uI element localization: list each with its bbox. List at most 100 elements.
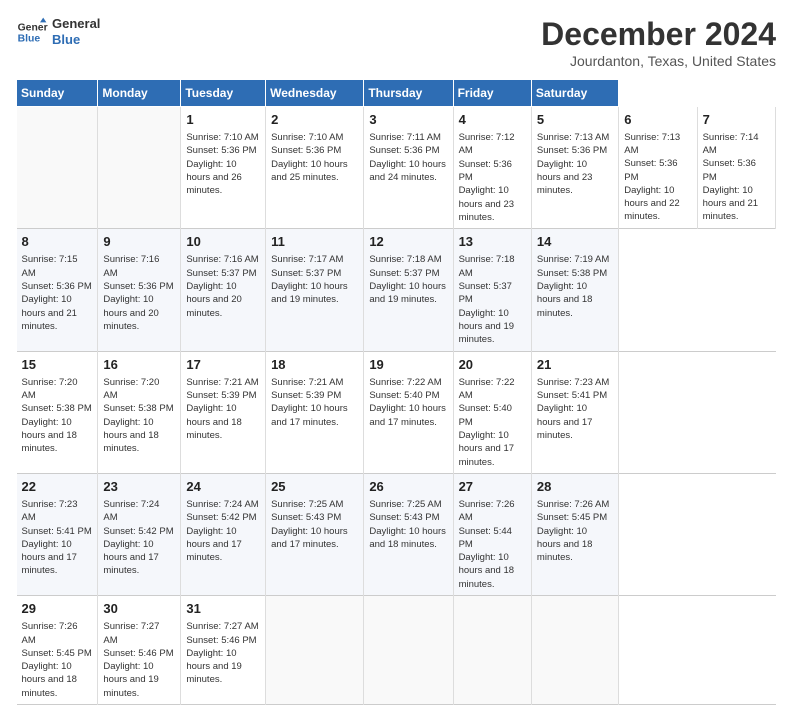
sunset-text: Sunset: 5:39 PM: [186, 390, 256, 401]
logo: General Blue General Blue: [16, 16, 100, 48]
daylight-text: Daylight: 10 hours and 19 minutes.: [103, 661, 158, 699]
daylight-text: Daylight: 10 hours and 20 minutes.: [103, 294, 158, 332]
day-number: 24: [186, 478, 260, 496]
day-number: 12: [369, 233, 447, 251]
table-row: 6Sunrise: 7:13 AMSunset: 5:36 PMDaylight…: [619, 107, 697, 229]
calendar-header-row: Sunday Monday Tuesday Wednesday Thursday…: [17, 80, 776, 107]
daylight-text: Daylight: 10 hours and 17 minutes.: [459, 430, 514, 468]
sunset-text: Sunset: 5:36 PM: [103, 281, 173, 292]
table-row: 5Sunrise: 7:13 AMSunset: 5:36 PMDaylight…: [531, 107, 618, 229]
sunset-text: Sunset: 5:46 PM: [103, 648, 173, 659]
sunrise-text: Sunrise: 7:26 AM: [459, 499, 515, 523]
table-row: 17Sunrise: 7:21 AMSunset: 5:39 PMDayligh…: [181, 351, 266, 473]
day-number: 18: [271, 356, 358, 374]
sunrise-text: Sunrise: 7:25 AM: [271, 499, 343, 510]
col-saturday: Saturday: [531, 80, 618, 107]
daylight-text: Daylight: 10 hours and 23 minutes.: [459, 185, 514, 223]
table-row: 25 Sunrise: 7:25 AM Sunset: 5:43 PM Dayligh…: [266, 473, 364, 595]
table-row: [17, 107, 98, 229]
svg-text:Blue: Blue: [18, 34, 41, 45]
header: General Blue General Blue December 2024 …: [16, 16, 776, 69]
sunrise-text: Sunrise: 7:26 AM: [537, 499, 609, 510]
sunset-text: Sunset: 5:36 PM: [537, 145, 607, 156]
daylight-text: Daylight: 10 hours and 26 minutes.: [186, 159, 241, 197]
sunrise-text: Sunrise: 7:14 AM: [703, 132, 759, 156]
table-row: 14Sunrise: 7:19 AMSunset: 5:38 PMDayligh…: [531, 229, 618, 351]
sunrise-text: Sunrise: 7:21 AM: [271, 377, 343, 388]
daylight-text: Daylight: 10 hours and 18 minutes.: [369, 526, 446, 550]
day-number: 15: [22, 356, 93, 374]
day-number: 23: [103, 478, 175, 496]
sunset-text: Sunset: 5:36 PM: [186, 145, 256, 156]
sunset-text: Sunset: 5:36 PM: [459, 159, 512, 183]
daylight-text: Daylight: 10 hours and 25 minutes.: [271, 159, 348, 183]
table-row: 20Sunrise: 7:22 AMSunset: 5:40 PMDayligh…: [453, 351, 531, 473]
daylight-text: Daylight: 10 hours and 17 minutes.: [369, 403, 446, 427]
daylight-text: Daylight: 10 hours and 21 minutes.: [22, 294, 77, 332]
table-row: 10Sunrise: 7:16 AMSunset: 5:37 PMDayligh…: [181, 229, 266, 351]
day-number: 19: [369, 356, 447, 374]
sunrise-text: Sunrise: 7:23 AM: [22, 499, 78, 523]
logo-line1: General: [52, 16, 100, 32]
daylight-text: Daylight: 10 hours and 18 minutes.: [459, 552, 514, 590]
table-row: 4Sunrise: 7:12 AMSunset: 5:36 PMDaylight…: [453, 107, 531, 229]
sunset-text: Sunset: 5:36 PM: [369, 145, 439, 156]
sunrise-text: Sunrise: 7:22 AM: [459, 377, 515, 401]
col-wednesday: Wednesday: [266, 80, 364, 107]
sunset-text: Sunset: 5:36 PM: [703, 158, 756, 182]
day-number: 22: [22, 478, 93, 496]
sunset-text: Sunset: 5:45 PM: [537, 512, 607, 523]
table-row: 8Sunrise: 7:15 AMSunset: 5:36 PMDaylight…: [17, 229, 98, 351]
col-tuesday: Tuesday: [181, 80, 266, 107]
day-number: 4: [459, 111, 526, 129]
daylight-text: Daylight: 10 hours and 19 minutes.: [271, 281, 348, 305]
daylight-text: Daylight: 10 hours and 18 minutes.: [537, 281, 592, 319]
table-row: 2Sunrise: 7:10 AMSunset: 5:36 PMDaylight…: [266, 107, 364, 229]
sunset-text: Sunset: 5:46 PM: [186, 635, 256, 646]
table-row: 9Sunrise: 7:16 AMSunset: 5:36 PMDaylight…: [98, 229, 181, 351]
daylight-text: Daylight: 10 hours and 17 minutes.: [271, 526, 348, 550]
sunrise-text: Sunrise: 7:20 AM: [103, 377, 159, 401]
daylight-text: Daylight: 10 hours and 17 minutes.: [537, 403, 592, 441]
table-row: 23Sunrise: 7:24 AMSunset: 5:42 PMDayligh…: [98, 473, 181, 595]
daylight-text: Daylight: 10 hours and 19 minutes.: [369, 281, 446, 305]
col-thursday: Thursday: [364, 80, 453, 107]
day-number: 31: [186, 600, 260, 618]
day-number: 16: [103, 356, 175, 374]
table-row: 12Sunrise: 7:18 AMSunset: 5:37 PMDayligh…: [364, 229, 453, 351]
daylight-text: Daylight: 10 hours and 17 minutes.: [22, 539, 77, 577]
sunset-text: Sunset: 5:43 PM: [271, 512, 341, 523]
day-number: 8: [22, 233, 93, 251]
logo-line2: Blue: [52, 32, 100, 48]
month-title: December 2024: [541, 16, 776, 53]
table-row: 3Sunrise: 7:11 AMSunset: 5:36 PMDaylight…: [364, 107, 453, 229]
sunrise-text: Sunrise: 7:18 AM: [459, 254, 515, 278]
calendar-week-row: 15Sunrise: 7:20 AMSunset: 5:38 PMDayligh…: [17, 351, 776, 473]
col-sunday: Sunday: [17, 80, 98, 107]
col-friday: Friday: [453, 80, 531, 107]
table-row: 24Sunrise: 7:24 AMSunset: 5:42 PMDayligh…: [181, 473, 266, 595]
sunset-text: Sunset: 5:42 PM: [186, 512, 256, 523]
sunset-text: Sunset: 5:41 PM: [22, 526, 92, 537]
daylight-text: Daylight: 10 hours and 18 minutes.: [186, 403, 241, 441]
daylight-text: Daylight: 10 hours and 17 minutes.: [186, 526, 241, 564]
table-row: 19Sunrise: 7:22 AMSunset: 5:40 PMDayligh…: [364, 351, 453, 473]
sunset-text: Sunset: 5:37 PM: [271, 268, 341, 279]
day-number: 13: [459, 233, 526, 251]
day-number: 9: [103, 233, 175, 251]
table-row: 27Sunrise: 7:26 AMSunset: 5:44 PMDayligh…: [453, 473, 531, 595]
day-number: 26: [369, 478, 447, 496]
table-row: 22 Sunrise: 7:23 AM Sunset: 5:41 PM Dayligh…: [17, 473, 98, 595]
table-row: [98, 107, 181, 229]
day-number: 5: [537, 111, 613, 129]
daylight-text: Daylight: 10 hours and 18 minutes.: [103, 417, 158, 455]
calendar-week-row: 22 Sunrise: 7:23 AM Sunset: 5:41 PM Dayligh…: [17, 473, 776, 595]
sunrise-text: Sunrise: 7:13 AM: [624, 132, 680, 156]
day-number: 25: [271, 478, 358, 496]
table-row: 15Sunrise: 7:20 AMSunset: 5:38 PMDayligh…: [17, 351, 98, 473]
sunset-text: Sunset: 5:40 PM: [459, 403, 512, 427]
sunrise-text: Sunrise: 7:27 AM: [186, 621, 258, 632]
day-number: 10: [186, 233, 260, 251]
sunset-text: Sunset: 5:44 PM: [459, 526, 512, 550]
daylight-text: Daylight: 10 hours and 24 minutes.: [369, 159, 446, 183]
